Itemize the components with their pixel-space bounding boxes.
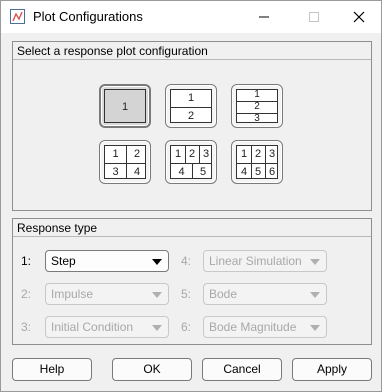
response-3-label: 3:	[21, 320, 32, 334]
layout-cell: 1	[240, 148, 248, 160]
response-1-label: 1:	[21, 254, 32, 268]
layout-cell: 3	[202, 148, 210, 160]
response-3-dropdown[interactable]: Initial Condition	[45, 316, 169, 338]
cancel-button[interactable]: Cancel	[202, 358, 282, 381]
response-4-dropdown[interactable]: Linear Simulation	[203, 250, 327, 272]
layout-cell: 3	[268, 148, 276, 160]
layout-cell: 1	[121, 101, 129, 113]
response-3-value: Initial Condition	[51, 320, 134, 334]
layout-cell: 6	[268, 166, 276, 178]
minimize-button[interactable]	[241, 1, 287, 33]
response-type-title: Response type	[13, 219, 371, 237]
layout-cell: 4	[240, 166, 248, 178]
response-6-value: Bode Magnitude	[209, 320, 297, 334]
layout-cell: 2	[133, 148, 141, 160]
response-5-dropdown[interactable]: Bode	[203, 283, 327, 305]
chevron-down-icon	[310, 259, 320, 265]
layout-cell: 1	[112, 148, 119, 160]
chevron-down-icon	[310, 292, 320, 298]
layout-cell: 2	[187, 110, 195, 122]
layout-cell: 3	[112, 166, 119, 178]
response-2-label: 2:	[21, 287, 32, 301]
layout-cell: 1	[187, 92, 195, 104]
response-6-label: 6:	[181, 320, 192, 334]
minimize-icon	[259, 16, 269, 18]
layout-cell: 1	[254, 89, 260, 100]
response-2-dropdown[interactable]: Impulse	[45, 283, 169, 305]
response-4-value: Linear Simulation	[209, 254, 302, 268]
layout-cell: 3	[254, 113, 260, 124]
layout-3-button[interactable]: 1 2 3	[231, 84, 283, 128]
layout-cell: 5	[254, 166, 262, 178]
layout-6-button[interactable]: 1 2 3 4 5 6	[231, 140, 283, 184]
layout-cell: 5	[199, 166, 207, 178]
response-5-label: 5:	[181, 287, 192, 301]
plot-configurations-dialog: Plot Configurations Select a response pl…	[0, 0, 382, 392]
title-bar: Plot Configurations	[1, 1, 381, 33]
maximize-icon	[309, 12, 319, 22]
layout-cell: 4	[178, 166, 185, 178]
response-1-dropdown[interactable]: Step	[45, 250, 169, 272]
matlab-figure-icon	[10, 9, 25, 24]
chevron-down-icon	[152, 259, 162, 265]
apply-button[interactable]: Apply	[292, 358, 372, 381]
layout-5-button[interactable]: 1 2 3 4 5	[165, 140, 217, 184]
response-type-panel: Response type 1: Step 2: Impulse 3: Init…	[12, 218, 372, 345]
response-4-label: 4:	[181, 254, 192, 268]
config-panel: Select a response plot configuration 1 1…	[12, 41, 372, 211]
response-2-value: Impulse	[51, 287, 94, 301]
layout-cell: 2	[254, 101, 260, 112]
response-6-dropdown[interactable]: Bode Magnitude	[203, 316, 327, 338]
chevron-down-icon	[310, 325, 320, 331]
config-panel-title: Select a response plot configuration	[13, 42, 371, 60]
layout-4-button[interactable]: 1 2 3 4	[99, 140, 151, 184]
window-title: Plot Configurations	[33, 9, 143, 24]
close-icon	[353, 11, 365, 23]
layout-2-button[interactable]: 1 2	[165, 84, 217, 128]
layout-cell: 1	[174, 148, 182, 160]
layout-cell: 2	[188, 148, 196, 160]
maximize-button[interactable]	[291, 1, 337, 33]
help-button[interactable]: Help	[12, 358, 92, 381]
close-button[interactable]	[336, 1, 382, 33]
layout-1-button[interactable]: 1	[99, 84, 151, 128]
layout-cell: 2	[254, 148, 262, 160]
layout-cell: 4	[133, 166, 141, 178]
response-1-value: Step	[51, 254, 76, 268]
chevron-down-icon	[152, 292, 162, 298]
response-5-value: Bode	[209, 287, 238, 301]
ok-button[interactable]: OK	[112, 358, 192, 381]
chevron-down-icon	[152, 325, 162, 331]
